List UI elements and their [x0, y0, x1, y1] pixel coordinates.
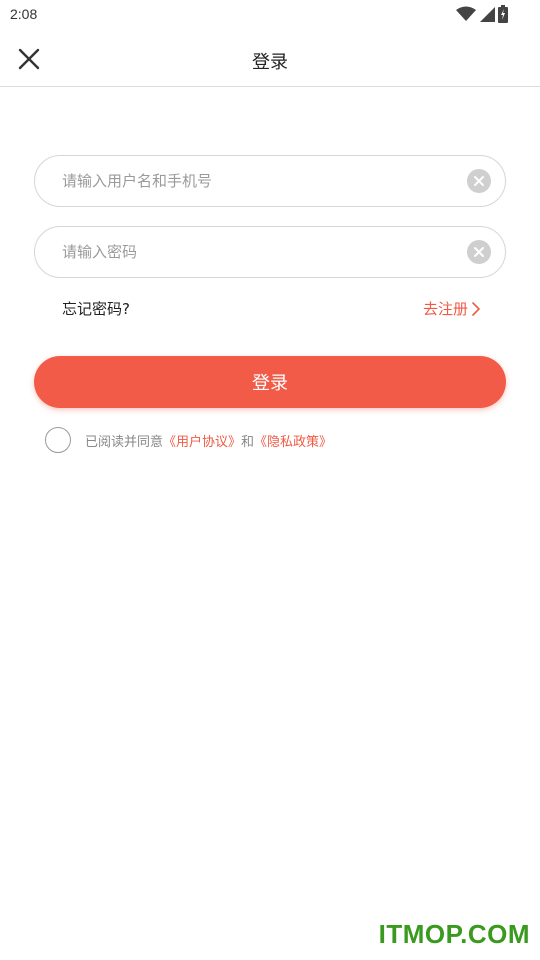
- user-agreement-link[interactable]: 《用户协议》: [163, 435, 241, 450]
- forgot-password-link[interactable]: 忘记密码?: [62, 298, 130, 319]
- clear-icon: [474, 247, 484, 257]
- agreement-conjunction: 和: [241, 434, 255, 450]
- wifi-icon: [456, 6, 476, 21]
- agreement-row: 已阅读并同意《用户协议》和《隐私政策》: [45, 427, 332, 453]
- page-title: 登录: [252, 52, 288, 73]
- register-link[interactable]: 去注册: [423, 298, 480, 319]
- chevron-right-icon: [472, 301, 480, 316]
- clear-password-button[interactable]: [467, 240, 491, 264]
- status-bar: 2:08: [0, 0, 540, 30]
- status-icons: [456, 5, 508, 23]
- username-input[interactable]: [62, 172, 467, 190]
- clear-icon: [474, 176, 484, 186]
- watermark: ITMOP.COM: [378, 919, 530, 949]
- header: 登录: [0, 30, 540, 87]
- agreement-prefix: 已阅读并同意: [85, 434, 164, 450]
- signal-icon: [480, 7, 495, 22]
- battery-icon: [498, 5, 508, 23]
- agreement-text: 已阅读并同意《用户协议》和《隐私政策》: [85, 431, 332, 450]
- register-label: 去注册: [422, 300, 468, 318]
- clear-username-button[interactable]: [467, 169, 491, 193]
- agreement-checkbox[interactable]: [45, 427, 71, 453]
- password-field: [34, 226, 506, 278]
- password-input[interactable]: [62, 243, 467, 261]
- login-button[interactable]: 登录: [34, 356, 506, 408]
- username-field: [34, 155, 506, 207]
- privacy-policy-link[interactable]: 《隐私政策》: [254, 435, 332, 450]
- status-time: 2:08: [10, 6, 38, 22]
